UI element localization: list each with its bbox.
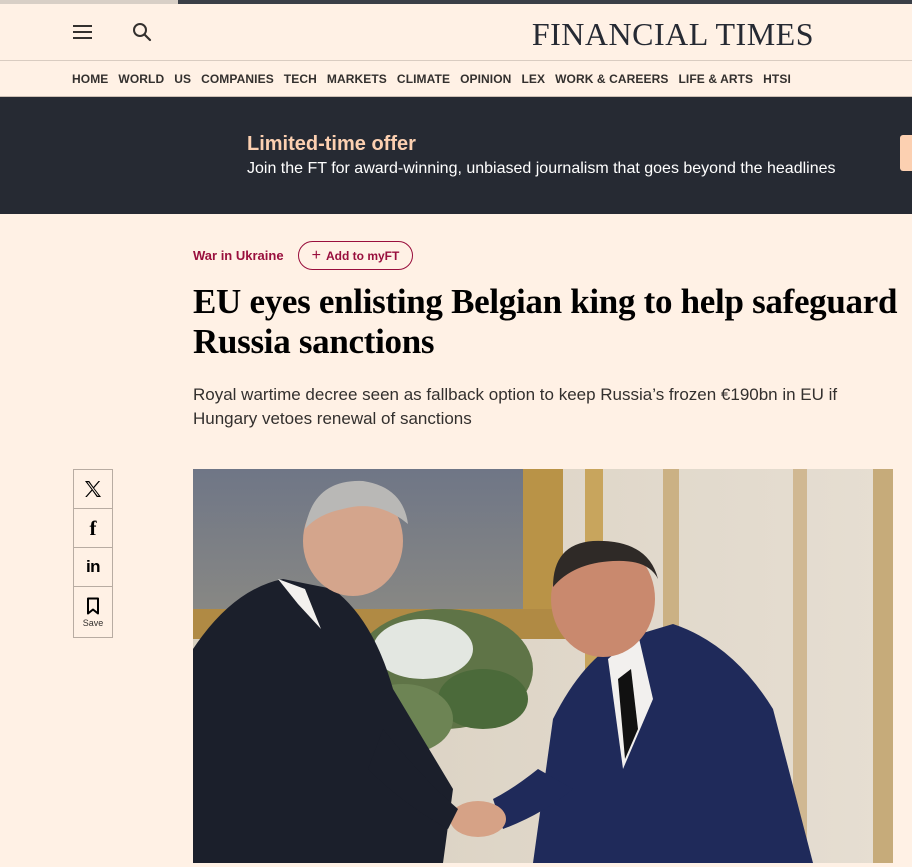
nav-item-companies[interactable]: COMPANIES bbox=[201, 72, 274, 86]
save-label: Save bbox=[82, 617, 104, 628]
add-to-myft-button[interactable]: + Add to myFT bbox=[298, 241, 413, 270]
search-icon[interactable] bbox=[130, 20, 154, 44]
masthead: FINANCIAL TIMES bbox=[0, 4, 912, 60]
topic-link[interactable]: War in Ukraine bbox=[193, 248, 284, 263]
nav-item-htsi[interactable]: HTSI bbox=[763, 72, 791, 86]
nav-item-opinion[interactable]: OPINION bbox=[460, 72, 511, 86]
nav-item-world[interactable]: WORLD bbox=[118, 72, 164, 86]
nav-item-work-careers[interactable]: WORK & CAREERS bbox=[555, 72, 668, 86]
hamburger-icon[interactable] bbox=[70, 20, 96, 44]
plus-icon: + bbox=[311, 246, 321, 264]
x-logo-icon bbox=[85, 481, 101, 497]
facebook-icon: f bbox=[89, 515, 97, 540]
article-standfirst: Royal wartime decree seen as fallback op… bbox=[193, 385, 838, 428]
share-linkedin-button[interactable]: in bbox=[73, 547, 113, 586]
nav-item-life-arts[interactable]: LIFE & ARTS bbox=[678, 72, 753, 86]
save-button[interactable]: Save bbox=[73, 586, 113, 638]
share-facebook-button[interactable]: f bbox=[73, 508, 113, 547]
nav-item-climate[interactable]: CLIMATE bbox=[397, 72, 450, 86]
main-nav: HOME WORLD US COMPANIES TECH MARKETS CLIMATE OP… bbox=[0, 60, 912, 97]
linkedin-icon: in bbox=[85, 557, 101, 576]
hero-image[interactable] bbox=[193, 469, 893, 863]
nav-item-us[interactable]: US bbox=[174, 72, 191, 86]
ft-logo[interactable]: FINANCIAL TIMES bbox=[532, 16, 814, 53]
share-rail: f in Save bbox=[73, 469, 113, 638]
promo-headline: Limited-time offer bbox=[247, 133, 416, 155]
promo-banner[interactable]: Limited-time offer Join the FT for award… bbox=[0, 97, 912, 214]
add-to-myft-label: Add to myFT bbox=[326, 248, 400, 263]
promo-cta-button[interactable] bbox=[900, 135, 912, 171]
nav-item-lex[interactable]: LEX bbox=[521, 72, 545, 86]
promo-text: Join the FT for award-winning, unbiased … bbox=[247, 160, 836, 177]
nav-item-home[interactable]: HOME bbox=[72, 72, 108, 86]
article-title: EU eyes enlisting Belgian king to help s… bbox=[193, 282, 898, 361]
nav-item-markets[interactable]: MARKETS bbox=[327, 72, 387, 86]
nav-item-tech[interactable]: TECH bbox=[284, 72, 317, 86]
share-x-button[interactable] bbox=[73, 469, 113, 508]
bookmark-icon bbox=[87, 597, 99, 614]
